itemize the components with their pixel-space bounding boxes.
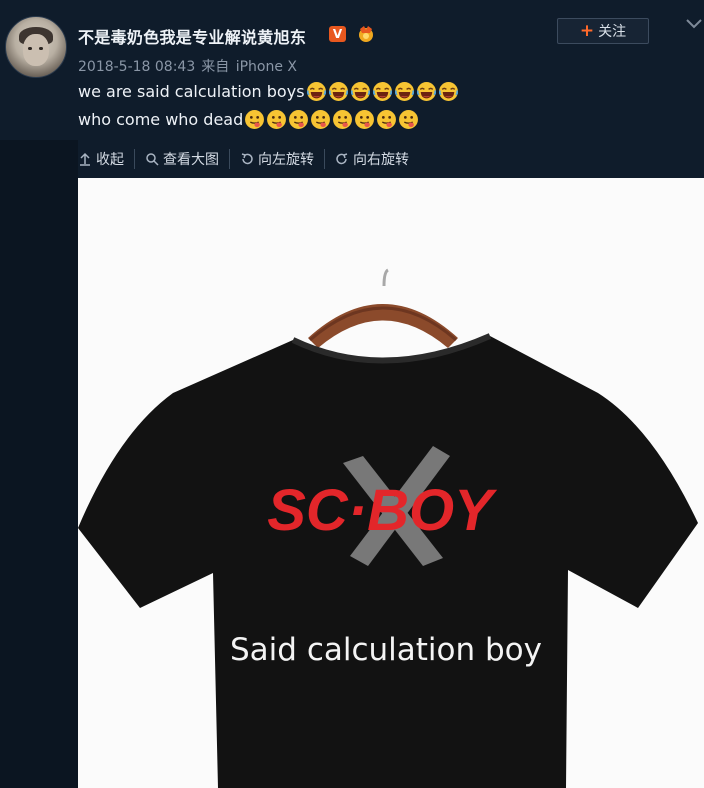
tongue-out-emoji	[399, 109, 419, 129]
post-image[interactable]: SC·BOY Said calculation boy	[78, 178, 704, 788]
left-gutter	[0, 140, 78, 788]
tongue-out-emoji	[355, 109, 375, 129]
verified-badge-icon: V	[329, 26, 346, 42]
tongue-out-emoji	[377, 109, 397, 129]
post-header: 不是毒奶色我是专业解说黄旭东 V 2018-5-18 08:43 来自 iPhon…	[0, 0, 704, 140]
arrow-up-icon	[80, 152, 90, 166]
follow-label: 关注	[598, 24, 627, 40]
post-text-2: who come who dead	[78, 109, 244, 129]
laughing-crying-emoji	[350, 81, 370, 101]
emoji-row-tongue	[243, 109, 419, 130]
rotate-right-label: 向右旋转	[353, 152, 409, 168]
post-text-line2: who come who dead	[78, 107, 419, 131]
post-meta: 2018-5-18 08:43 来自 iPhone X	[78, 56, 297, 76]
view-large-label: 查看大图	[163, 152, 219, 168]
laughing-crying-emoji	[328, 81, 348, 101]
source-prefix: 来自	[201, 59, 230, 75]
view-large-button[interactable]: 查看大图	[134, 149, 229, 169]
post-text-line1: we are said calculation boys	[78, 79, 459, 103]
laughing-crying-emoji	[394, 81, 414, 101]
post-device: iPhone X	[235, 59, 298, 75]
avatar[interactable]	[5, 16, 67, 78]
magnifier-icon	[146, 153, 159, 166]
laughing-crying-emoji	[438, 81, 458, 101]
tongue-out-emoji	[311, 109, 331, 129]
rotate-left-icon	[241, 153, 253, 165]
post-date[interactable]: 2018-5-18 08:43	[78, 59, 195, 75]
laughing-crying-emoji	[372, 81, 392, 101]
tongue-out-emoji	[245, 109, 265, 129]
plus-icon: +	[579, 20, 595, 41]
tshirt-photo: SC·BOY Said calculation boy	[78, 178, 704, 788]
tongue-out-emoji	[289, 109, 309, 129]
collapse-button[interactable]: 收起	[78, 149, 134, 169]
shirt-slogan: Said calculation boy	[230, 632, 542, 668]
laughing-crying-emoji	[416, 81, 436, 101]
tongue-out-emoji	[267, 109, 287, 129]
collapse-label: 收起	[96, 152, 124, 168]
author-name[interactable]: 不是毒奶色我是专业解说黄旭东	[78, 24, 306, 48]
medal-icon	[359, 26, 373, 42]
rotate-right-icon	[336, 153, 348, 165]
rotate-left-button[interactable]: 向左旋转	[229, 149, 324, 169]
image-toolbar: 收起 查看大图 向左旋转 向右旋转	[78, 140, 704, 178]
post-text-1: we are said calculation boys	[78, 81, 305, 101]
laughing-crying-emoji	[306, 81, 326, 101]
tongue-out-emoji	[333, 109, 353, 129]
rotate-right-button[interactable]: 向右旋转	[324, 149, 419, 169]
follow-button[interactable]: + 关注	[557, 18, 649, 44]
rotate-left-label: 向左旋转	[258, 152, 314, 168]
chevron-down-icon[interactable]	[684, 14, 704, 34]
logo-text: SC·BOY	[267, 478, 498, 543]
emoji-row-laughing	[305, 81, 459, 102]
